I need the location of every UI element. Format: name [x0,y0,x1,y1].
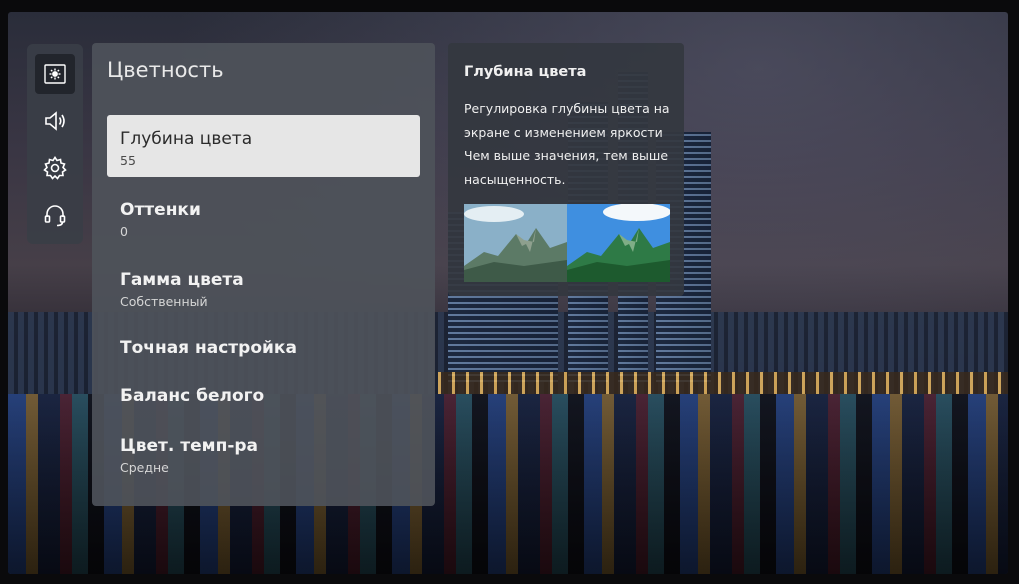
embankment-lights [438,372,1008,394]
menu-item-label: Гамма цвета [120,270,244,290]
info-title: Глубина цвета [464,64,587,80]
high-saturation-mountain-preview [567,204,670,282]
menu-title: Цветность [107,58,224,82]
info-description: Регулировка глубины цвета на экране с из… [464,101,670,187]
menu-item-label: Оттенки [120,200,201,220]
sound-icon[interactable] [35,101,75,141]
low-saturation-mountain-preview [464,204,567,282]
menu-item-label: Баланс белого [120,386,265,406]
menu-item-value: Средне [120,460,169,475]
menu-item-color-gamut[interactable]: Гамма цвета Собственный [107,255,420,317]
menu-item-label: Цвет. темп-ра [120,436,259,456]
menu-item-tint[interactable]: Оттенки 0 [107,185,420,247]
menu-item-value: 0 [120,224,128,239]
color-menu-panel: Цветность Глубина цвета 55 Оттенки 0 Гам… [92,43,435,506]
menu-item-label: Точная настройка [120,338,297,358]
menu-item-value: Собственный [120,294,208,309]
picture-icon[interactable] [35,54,75,94]
settings-gear-icon[interactable] [35,148,75,188]
support-headset-icon[interactable] [35,195,75,235]
menu-item-color-depth[interactable]: Глубина цвета 55 [107,115,420,177]
help-info-panel: Глубина цвета Регулировка глубины цвета … [448,43,684,296]
menu-item-color-temperature[interactable]: Цвет. темп-ра Средне [107,423,420,485]
menu-item-white-balance[interactable]: Баланс белого [107,373,420,419]
menu-item-label: Глубина цвета [120,129,253,149]
menu-item-fine-tuning[interactable]: Точная настройка [107,325,420,371]
category-sidebar [27,44,83,244]
menu-item-value: 55 [120,153,136,168]
